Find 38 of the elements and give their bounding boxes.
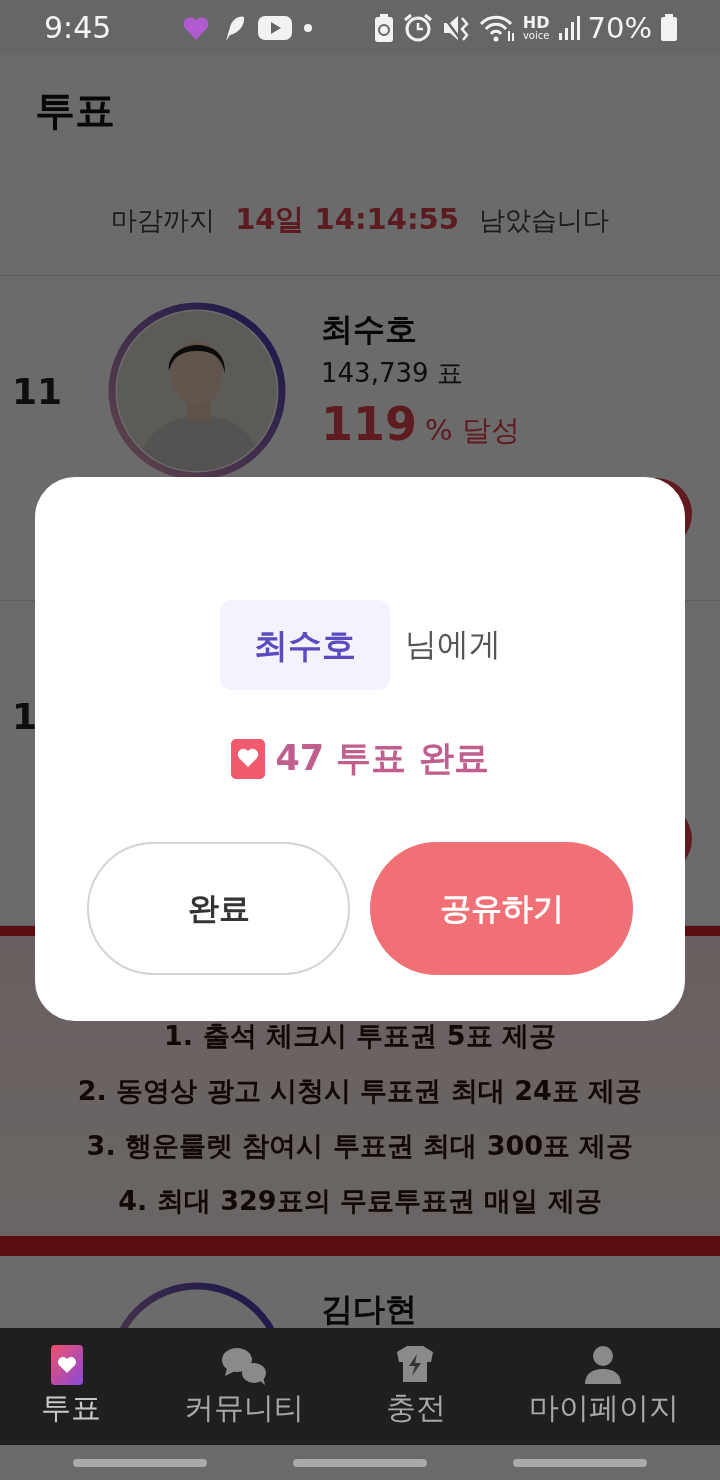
navigation-handle[interactable]	[513, 1458, 647, 1467]
achievement-percent: 119	[321, 397, 418, 451]
rank-number: 11	[11, 370, 64, 412]
nav-tab[interactable]: 투표	[41, 1344, 102, 1429]
clock-time: 9:45	[44, 10, 112, 45]
rank-number: 1	[11, 695, 39, 737]
countdown-label: 남았습니다	[478, 203, 609, 237]
nav-tab[interactable]: 마이페이지	[528, 1344, 679, 1429]
banner-text: 4. 최대 329표의 무료투표권 매일 제공	[118, 1184, 602, 1218]
candidate-name: 김다현	[321, 1289, 418, 1330]
battery-icon	[660, 13, 678, 42]
page-title: 투표	[35, 85, 115, 135]
signal-icon	[557, 14, 580, 41]
wifi-icon	[478, 13, 515, 42]
banner-text: 2. 동영상 광고 시청시 투표권 최대 24표 제공	[77, 1074, 643, 1108]
battery-percent: 70%	[587, 10, 652, 45]
network-sublabel: voice	[522, 30, 550, 41]
navigation-handle[interactable]	[73, 1458, 207, 1467]
alarm-icon	[402, 12, 433, 43]
nav-tab[interactable]: 충전	[386, 1344, 447, 1429]
nav-tab[interactable]: 커뮤니티	[183, 1344, 304, 1429]
network-label: HD	[522, 14, 550, 31]
achievement-label: % 달성	[425, 412, 520, 449]
recipient-name: 최수호	[219, 600, 390, 690]
vote-count: 143,739 표	[321, 357, 464, 390]
vote-result: 47 투표 완료	[275, 737, 489, 780]
banner-text: 1. 출석 체크시 투표권 5표 제공	[164, 1019, 556, 1053]
battery-saver-icon	[372, 12, 395, 43]
heart-card-icon	[231, 738, 266, 779]
done-button[interactable]: 완료	[87, 842, 350, 975]
play-icon	[257, 14, 294, 41]
candidate-name: 최수호	[321, 309, 418, 350]
countdown-label: 마감까지	[111, 203, 216, 237]
banner-text: 3. 행운룰렛 참여시 투표권 최대 300표 제공	[86, 1129, 634, 1163]
notification-dot-icon	[303, 22, 314, 33]
recipient-suffix: 님에게	[404, 624, 501, 665]
countdown-time: 14일 14:14:55	[235, 201, 459, 238]
navigation-handle[interactable]	[293, 1458, 427, 1467]
